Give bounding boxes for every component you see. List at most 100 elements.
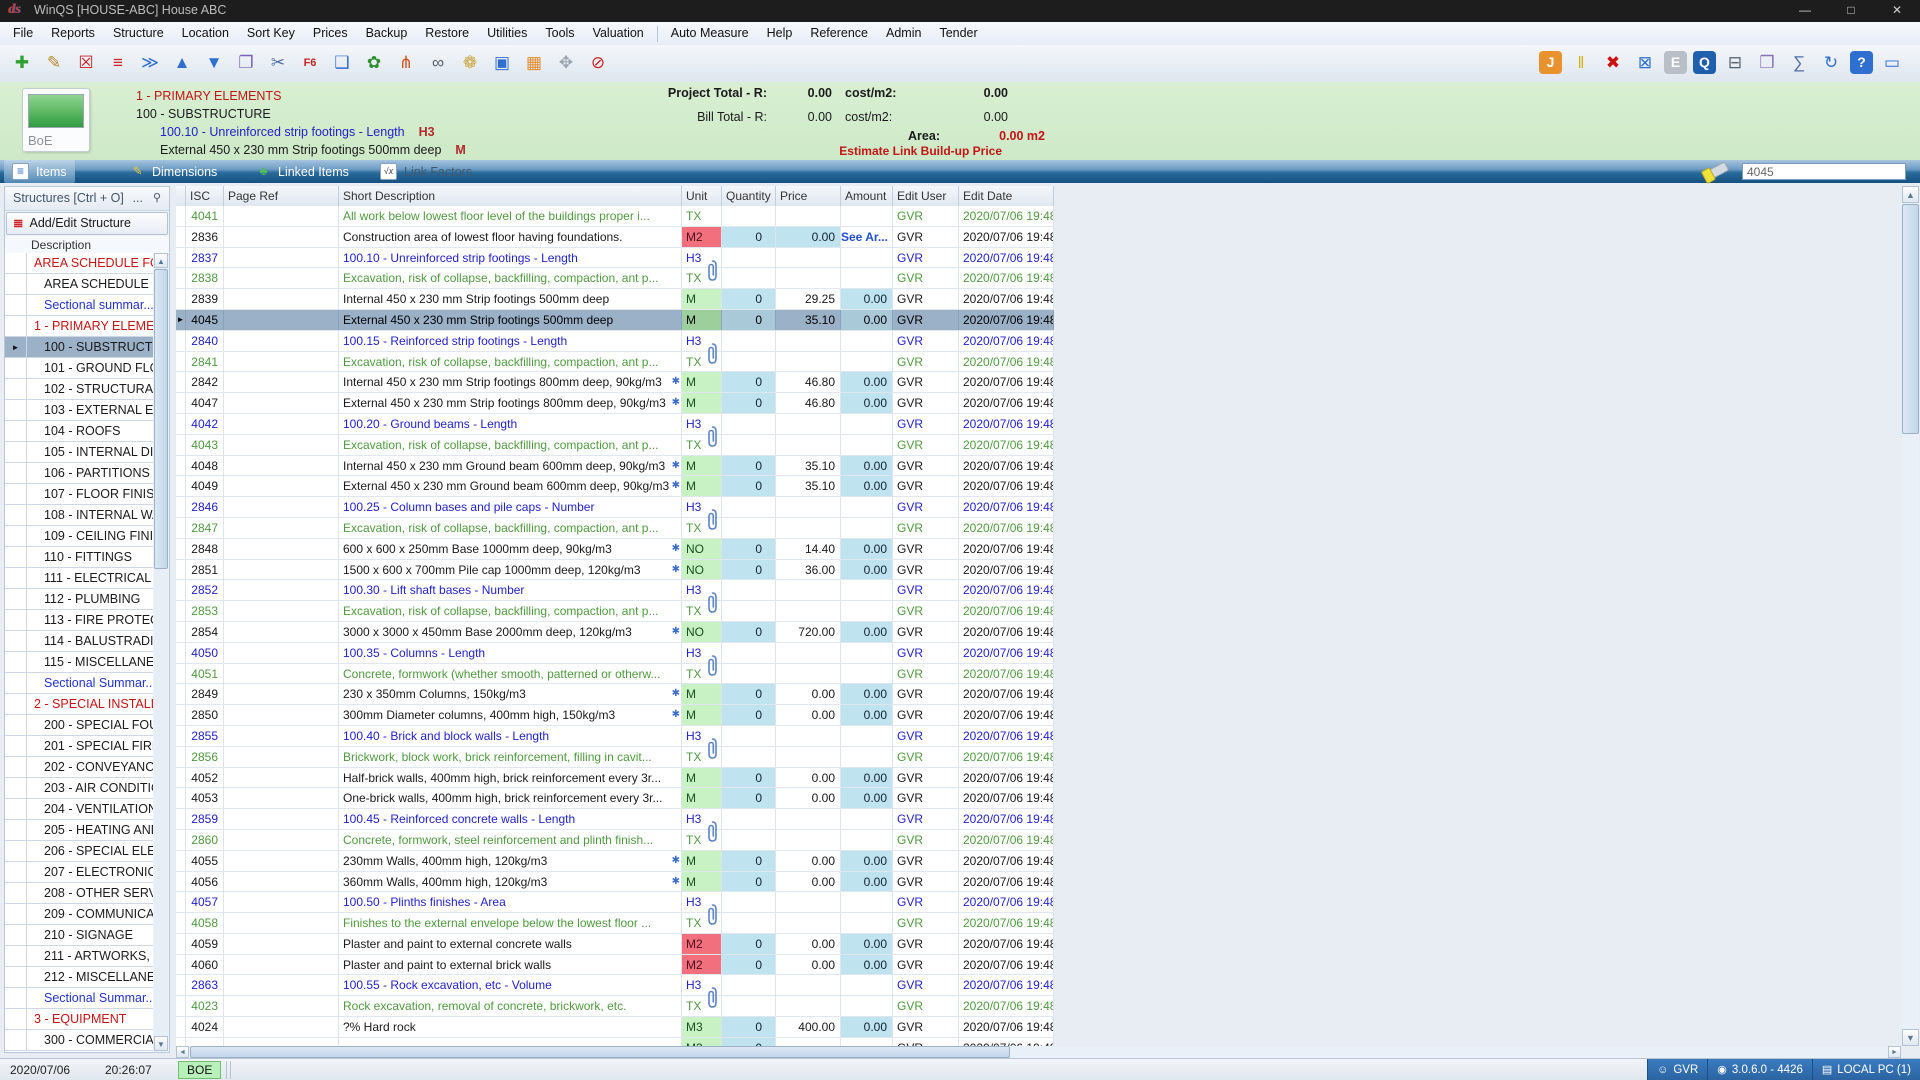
price-cell[interactable] xyxy=(776,643,841,663)
menu-item-file[interactable]: File xyxy=(4,22,42,45)
sidebar-scroll-down-icon[interactable]: ▼ xyxy=(154,1036,168,1051)
sidebar-item-212-miscellaneo[interactable]: 212 - MISCELLANEO... xyxy=(5,967,153,988)
price-cell[interactable]: 0.00 xyxy=(776,851,841,871)
sidebar-item-210-signage[interactable]: 210 - SIGNAGE xyxy=(5,925,153,946)
quantity-cell[interactable]: 0 xyxy=(722,289,776,309)
sidebar-item-202-conveyance[interactable]: 202 - CONVEYANCE ... xyxy=(5,757,153,778)
sidebar-item-sectional-summar[interactable]: Sectional Summar... xyxy=(5,673,153,694)
quantity-cell[interactable] xyxy=(722,830,776,850)
quantity-cell[interactable]: 0 xyxy=(722,955,776,975)
price-cell[interactable] xyxy=(776,497,841,517)
sidebar-scroll-thumb[interactable] xyxy=(154,269,168,569)
sidebar-item-115-miscellaneo[interactable]: 115 - MISCELLANEO... xyxy=(5,652,153,673)
table-row[interactable]: 4047External 450 x 230 mm Strip footings… xyxy=(176,393,1054,414)
sidebar-item-204-ventilation[interactable]: 204 - VENTILATION xyxy=(5,799,153,820)
sidebar-item-112-plumbing[interactable]: 112 - PLUMBING xyxy=(5,589,153,610)
menu-item-admin[interactable]: Admin xyxy=(877,22,930,45)
table-row[interactable]: 2855100.40 - Brick and block walls - Len… xyxy=(176,726,1054,747)
price-cell[interactable]: 0.00 xyxy=(776,934,841,954)
menu-item-tender[interactable]: Tender xyxy=(930,22,986,45)
price-cell[interactable] xyxy=(776,996,841,1016)
price-cell[interactable]: 0.00 xyxy=(776,705,841,725)
table-row[interactable]: 4042100.20 - Ground beams - LengthH3GVR2… xyxy=(176,414,1054,435)
table-row[interactable]: 2859100.45 - Reinforced concrete walls -… xyxy=(176,809,1054,830)
see-area-link[interactable]: See Ar... xyxy=(841,227,893,247)
price-cell[interactable] xyxy=(776,726,841,746)
price-cell[interactable] xyxy=(776,975,841,995)
monitor-icon[interactable]: ▭ xyxy=(1879,50,1905,76)
coins-icon[interactable]: ❁ xyxy=(457,50,483,76)
sidebar-item-208-other-servic[interactable]: 208 - OTHER SERVIC... xyxy=(5,883,153,904)
table-row[interactable]: 2860Concrete, formwork, steel reinforcem… xyxy=(176,830,1054,851)
table-row[interactable]: 2839Internal 450 x 230 mm Strip footings… xyxy=(176,289,1054,310)
add-edit-structure-button[interactable]: ≣Add/Edit Structure xyxy=(6,212,168,235)
column-header-edit-date[interactable]: Edit Date xyxy=(959,186,1054,206)
column-header-isc[interactable]: ISC xyxy=(186,186,224,206)
quantity-cell[interactable] xyxy=(722,248,776,268)
sidebar-item-113-fire-protect[interactable]: 113 - FIRE PROTECT... xyxy=(5,610,153,631)
table-row[interactable]: 2852100.30 - Lift shaft bases - NumberH3… xyxy=(176,580,1054,601)
price-cell[interactable]: 0.00 xyxy=(776,955,841,975)
scroll-right-icon[interactable]: ► xyxy=(1888,1046,1901,1058)
quantity-cell[interactable]: 0 xyxy=(722,539,776,559)
status-boe-badge[interactable]: BOE xyxy=(178,1061,221,1079)
price-cell[interactable] xyxy=(776,1038,841,1046)
minimize-button[interactable]: — xyxy=(1782,0,1828,22)
price-cell[interactable] xyxy=(776,352,841,372)
table-row[interactable]: 2846100.25 - Column bases and pile caps … xyxy=(176,497,1054,518)
panel-more-button[interactable]: ... xyxy=(133,187,143,210)
price-cell[interactable] xyxy=(776,518,841,538)
table-row[interactable]: 4057100.50 - Plinths finishes - AreaH3GV… xyxy=(176,892,1054,913)
quantity-cell[interactable] xyxy=(722,913,776,933)
price-cell[interactable] xyxy=(776,809,841,829)
menu-item-reference[interactable]: Reference xyxy=(801,22,877,45)
table-row[interactable]: 4023Rock excavation, removal of concrete… xyxy=(176,996,1054,1017)
price-cell[interactable]: 0.00 xyxy=(776,872,841,892)
quantity-cell[interactable] xyxy=(722,601,776,621)
quantity-cell[interactable]: 0 xyxy=(722,393,776,413)
price-cell[interactable] xyxy=(776,331,841,351)
quantity-cell[interactable] xyxy=(722,996,776,1016)
table-row[interactable]: 4055230mm Walls, 400mm high, 120kg/m3✱M0… xyxy=(176,851,1054,872)
horizontal-scroll-thumb[interactable] xyxy=(190,1046,1010,1058)
quantity-cell[interactable]: 0 xyxy=(722,788,776,808)
price-cell[interactable] xyxy=(776,601,841,621)
price-cell[interactable] xyxy=(776,268,841,288)
copy-icon[interactable]: ❐ xyxy=(233,50,259,76)
price-cell[interactable] xyxy=(776,414,841,434)
sidebar-item-sectional-summar[interactable]: Sectional summar... xyxy=(5,295,153,316)
price-cell[interactable] xyxy=(776,435,841,455)
price-cell[interactable] xyxy=(776,580,841,600)
scroll-left-icon[interactable]: ◄ xyxy=(176,1046,189,1058)
price-cell[interactable]: 46.80 xyxy=(776,393,841,413)
table-row[interactable]: 2842Internal 450 x 230 mm Strip footings… xyxy=(176,372,1054,393)
horizontal-scrollbar[interactable]: ◄ ► xyxy=(176,1046,1901,1058)
menu-item-valuation[interactable]: Valuation xyxy=(584,22,653,45)
toolbox-icon[interactable]: ❒ xyxy=(1754,50,1780,76)
menu-item-location[interactable]: Location xyxy=(173,22,238,45)
menu-item-reports[interactable]: Reports xyxy=(42,22,104,45)
table-row[interactable]: 4052Half-brick walls, 400mm high, brick … xyxy=(176,768,1054,789)
rulers-icon[interactable]: ‖ xyxy=(1568,50,1594,76)
move-up-icon[interactable]: ▲ xyxy=(169,50,195,76)
refresh-icon[interactable]: ↻ xyxy=(1818,50,1844,76)
table-row[interactable]: M30GVR2020/07/06 19:48 xyxy=(176,1038,1054,1046)
menu-item-tools[interactable]: Tools xyxy=(536,22,583,45)
quantity-cell[interactable] xyxy=(722,726,776,746)
sidebar-item-200-special-foun[interactable]: 200 - SPECIAL FOUN... xyxy=(5,715,153,736)
bracket-x-icon[interactable]: ⊠ xyxy=(1632,50,1658,76)
sidebar-item-110-fittings[interactable]: 110 - FITTINGS xyxy=(5,547,153,568)
table-row[interactable]: 2848600 x 600 x 250mm Base 1000mm deep, … xyxy=(176,539,1054,560)
sidebar-item-area-schedule-for[interactable]: AREA SCHEDULE FOR ... xyxy=(5,253,153,274)
menu-item-sort-key[interactable]: Sort Key xyxy=(238,22,304,45)
column-header-quantity[interactable]: Quantity xyxy=(722,186,776,206)
price-cell[interactable]: 46.80 xyxy=(776,372,841,392)
quantity-cell[interactable] xyxy=(722,352,776,372)
sidebar-item-107-floor-finish[interactable]: 107 - FLOOR FINISH... xyxy=(5,484,153,505)
column-header-short-description[interactable]: Short Description xyxy=(339,186,682,206)
quantity-cell[interactable] xyxy=(722,518,776,538)
sidebar-item-211-artworks-f[interactable]: 211 - ARTWORKS, F... xyxy=(5,946,153,967)
sidebar-item-201-special-fire[interactable]: 201 - SPECIAL FIRE ... xyxy=(5,736,153,757)
price-cell[interactable]: 0.00 xyxy=(776,227,841,247)
quantity-cell[interactable] xyxy=(722,580,776,600)
